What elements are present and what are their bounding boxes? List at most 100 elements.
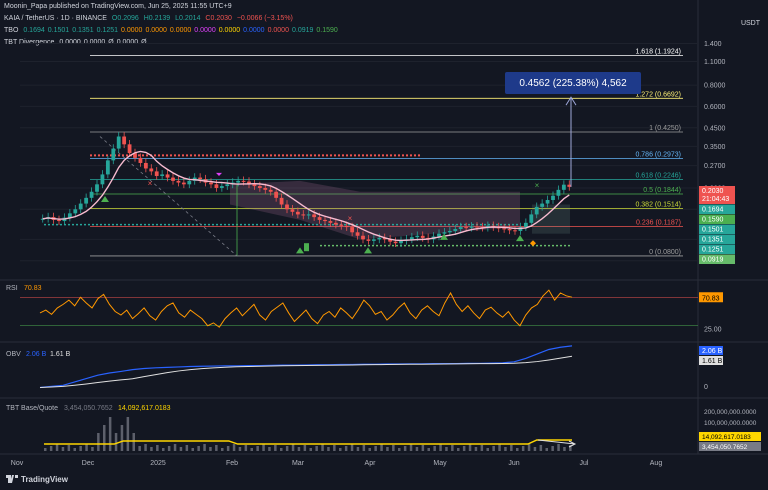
candle-body [295, 211, 300, 215]
tbt-volume-bar [427, 448, 430, 451]
tbt-volume-bar [297, 447, 301, 451]
obv-tick-label: 2.06 B [702, 348, 723, 355]
rsi-value: 70.83 [24, 285, 42, 292]
candle-body [366, 239, 371, 241]
candle-body [556, 189, 561, 196]
rsi-tick-label: 70.83 [702, 295, 720, 302]
candle-body [214, 184, 219, 188]
tbt-tick-label: 3,454,050.7652 [702, 444, 748, 451]
tbt-volume-bar [421, 445, 425, 451]
price-tag-label: 0.0919 [702, 257, 724, 264]
candle-body [507, 229, 512, 231]
tbt-volume-bar [226, 446, 230, 451]
tbt-volume-bar [498, 444, 501, 451]
tbt-volume-bar [44, 448, 47, 451]
sell-signal-marker [216, 172, 222, 176]
x-tick-label: 2025 [150, 460, 166, 467]
candle-body [127, 144, 132, 154]
obv-line [39, 345, 573, 389]
tbt-volume-bar [49, 446, 53, 451]
tbt-volume-bar [120, 425, 124, 451]
tbt-volume-bar [480, 445, 484, 451]
tbt-volume-bar [232, 444, 236, 451]
obv-label: OBV [6, 351, 21, 358]
tbo-cloud [230, 180, 520, 240]
tbt-volume-bar [339, 448, 342, 451]
tbt-volume-bar [356, 447, 360, 451]
tbt-volume-bar [563, 447, 566, 451]
candle-body [312, 214, 317, 218]
tradingview-icon [6, 475, 18, 483]
tbt-volume-bar [144, 444, 147, 451]
tbt-tick-label: 100,000,000.0000 [704, 420, 757, 427]
candle-body [317, 217, 322, 220]
candle-body [502, 228, 507, 230]
rsi-tick-label: 25.00 [704, 326, 722, 333]
tradingview-logo: TradingView [6, 475, 68, 484]
tbt-tick-label: 200,000,000.0000 [704, 409, 757, 416]
tbt-volume-bar [114, 433, 118, 451]
tbt-volume-bar [85, 444, 88, 451]
tbt-volume-bar [368, 448, 371, 451]
candle-body [116, 136, 121, 149]
fib-level-label: 1 (0.4250) [649, 125, 681, 132]
candle-body [219, 186, 224, 188]
candle-body [458, 227, 463, 230]
candle-body [475, 226, 479, 228]
chart-canvas[interactable]: 1.400 1.1000 0.8000 0.6000 0.4500 0.3500 0.270… [0, 0, 768, 490]
candle-body [176, 180, 181, 183]
candle-body [285, 204, 289, 210]
tbt-value-secondary: 14,092,617.0183 [118, 405, 171, 412]
y-tick-label: 0.8000 [704, 83, 726, 90]
tbt-volume-bar [551, 446, 554, 451]
candle-body [453, 229, 458, 231]
tbt-volume-bar [545, 448, 548, 451]
candle-body [73, 209, 78, 214]
tbt-volume-bar [203, 444, 206, 451]
candle-body [415, 235, 420, 238]
tbt-volume-bar [439, 444, 442, 451]
tbt-volume-bar [67, 445, 71, 451]
candle-body [105, 160, 110, 175]
tbt-volume-bar [374, 446, 377, 451]
candle-body [171, 177, 175, 181]
candle-body [393, 241, 398, 244]
candle-body [122, 136, 127, 145]
tbt-volume-bar [303, 445, 307, 451]
tbt-volume-bar [138, 446, 141, 451]
tbt-volume-bar [380, 444, 383, 451]
tbt-volume-bar [468, 444, 472, 451]
tbt-volume-bar [250, 448, 253, 451]
y-tick-label: 0.2700 [704, 163, 726, 170]
tbt-volume-bar [445, 447, 448, 451]
tbt-volume-bar [516, 448, 519, 451]
measure-label: 0.4562 (225.38%) 4,562 [519, 78, 627, 89]
tbt-volume-bar [126, 417, 130, 451]
y-tick-label: 1.400 [704, 41, 722, 48]
candle-body [187, 180, 192, 185]
candle-body [551, 195, 555, 201]
tbt-volume-bar [238, 447, 242, 451]
candle-body [209, 182, 213, 185]
candle-body [198, 177, 203, 180]
tbt-volume-bar [162, 448, 165, 451]
buy-signal-marker [364, 247, 372, 254]
x-tick-label: Jul [580, 460, 589, 467]
y-tick-label: 0.3500 [704, 144, 726, 151]
tbt-volume-bar [256, 446, 259, 451]
buy-signal-block [304, 243, 309, 252]
x-tick-label: Nov [11, 460, 24, 467]
y-tick-label: 0.4500 [704, 125, 726, 132]
tbt-volume-bar [386, 447, 389, 451]
signal-cross-marker: × [535, 181, 540, 190]
price-tag-label: 0.1251 [702, 247, 724, 254]
candle-body [143, 162, 148, 169]
x-tick-label: Aug [650, 460, 663, 467]
buy-signal-marker [101, 195, 109, 202]
tbt-volume-bar [415, 447, 419, 451]
candle-body [469, 226, 474, 228]
candle-body [534, 206, 539, 215]
tbt-volume-bar [527, 444, 531, 451]
tbt-volume-bar [173, 444, 177, 451]
tbt-label: TBT Base/Quote [6, 405, 58, 412]
